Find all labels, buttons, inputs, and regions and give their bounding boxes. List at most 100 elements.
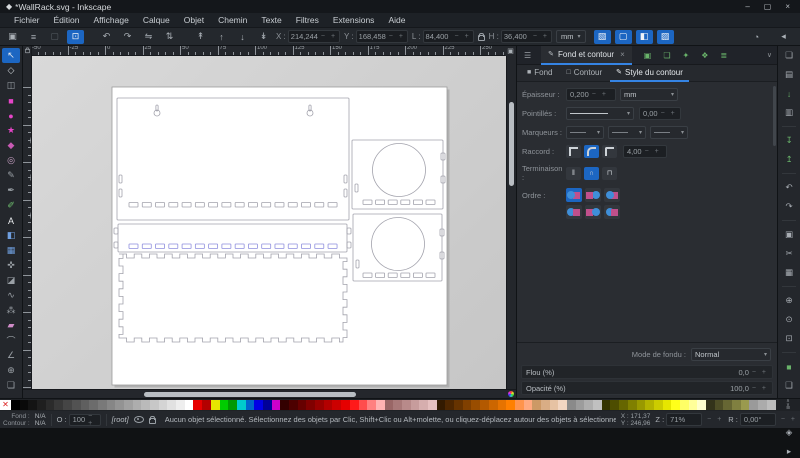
menu-fichier[interactable]: Fichier (8, 13, 46, 27)
swatch-65[interactable] (567, 400, 576, 410)
swatch-48[interactable] (419, 400, 428, 410)
flip-horizontal-button[interactable]: ⇋ (140, 30, 157, 44)
menu-aide[interactable]: Aide (382, 13, 411, 27)
calligraphy-tool[interactable]: ✐ (2, 198, 20, 213)
rotate-ccw-button[interactable]: ↶ (98, 30, 115, 44)
horizontal-scrollbar[interactable] (31, 390, 506, 398)
eraser-tool[interactable]: ▰ (2, 318, 20, 333)
menu-chemin[interactable]: Chemin (212, 13, 253, 27)
marker-start-dropdown[interactable]: ▾ (566, 126, 604, 139)
swatch-83[interactable] (723, 400, 733, 410)
swatch-77[interactable] (671, 400, 680, 410)
minimize-button[interactable]: – (745, 0, 749, 13)
swatch-12[interactable] (106, 400, 116, 410)
swatch-81[interactable] (706, 400, 715, 410)
swatch-22[interactable] (193, 400, 203, 410)
swatch-66[interactable] (575, 400, 585, 410)
swatch-34[interactable] (297, 400, 307, 410)
swatch-4[interactable] (37, 400, 46, 410)
menu-objet[interactable]: Objet (178, 13, 210, 27)
swatch-5[interactable] (45, 400, 55, 410)
rectangle-tool[interactable]: ■ (2, 93, 20, 108)
raise-button[interactable]: ↑ (213, 30, 230, 44)
swatch-62[interactable] (540, 400, 550, 410)
scale-stroke-toggle[interactable]: ▧ (593, 29, 611, 44)
save-document-button[interactable]: ↓ (781, 87, 797, 100)
swatch-63[interactable] (549, 400, 559, 410)
connector-tool[interactable]: ⌒ (2, 333, 20, 348)
import-button[interactable]: ↧ (781, 134, 797, 147)
horizontal-ruler[interactable]: -50 -25 0 25 50 75 100 125 150 175 200 225 250 (32, 46, 505, 56)
swatch-24[interactable] (210, 400, 220, 410)
swatch-17[interactable] (150, 400, 159, 410)
swatch-15[interactable] (132, 400, 142, 410)
swatch-73[interactable] (636, 400, 646, 410)
panel-scrollbar[interactable] (773, 86, 776, 146)
swatch-55[interactable] (480, 400, 489, 410)
swatch-45[interactable] (393, 400, 402, 410)
swatch-76[interactable] (662, 400, 672, 410)
cap-round-button[interactable]: ∩ (584, 166, 599, 180)
join-bevel-button[interactable] (602, 145, 617, 158)
zoom-drawing-button[interactable]: ⊙ (781, 313, 797, 326)
stroke-value[interactable]: N/A (35, 420, 46, 427)
ruler-lock-icon[interactable] (24, 47, 30, 54)
rotation-field[interactable]: R : 0,00° − + (728, 413, 797, 426)
order-fill-markers-stroke-button[interactable] (566, 205, 582, 219)
swatch-85[interactable] (740, 400, 750, 410)
move-patterns-toggle[interactable]: ▨ (656, 29, 674, 44)
x-field[interactable]: X : 214,244− + (276, 30, 341, 43)
layer-visibility-icon[interactable] (133, 416, 144, 423)
swatch-71[interactable] (619, 400, 628, 410)
swatch-31[interactable] (271, 400, 281, 410)
spiral-tool[interactable]: ◎ (2, 153, 20, 168)
scale-corners-toggle[interactable]: ▢ (614, 29, 632, 44)
swatch-7[interactable] (63, 400, 72, 410)
layer-lock-icon[interactable] (148, 416, 156, 424)
swatch-30[interactable] (262, 400, 272, 410)
spray-tool[interactable]: ⁂ (2, 303, 20, 318)
overflow-button[interactable]: ▸ (781, 445, 797, 458)
undo-button[interactable]: ↶ (781, 181, 797, 194)
swatch-60[interactable] (523, 400, 533, 410)
group-button[interactable]: ❑ (781, 379, 797, 392)
lock-ratio-icon[interactable] (477, 33, 485, 41)
paint-bucket-tool[interactable]: ◪ (2, 273, 20, 288)
height-field[interactable]: H : 36,400− + (489, 30, 553, 43)
swatch-84[interactable] (732, 400, 741, 410)
miter-limit-input[interactable]: 4,00− + (623, 145, 667, 158)
vertical-ruler[interactable]: 0255075100125150175 (23, 56, 32, 389)
select-all-layers-button[interactable]: ≡ (25, 30, 42, 44)
subtab-fill[interactable]: ■ Fond (521, 65, 558, 82)
ellipse-tool[interactable]: ● (2, 108, 20, 123)
swatch-57[interactable] (497, 400, 507, 410)
cap-square-button[interactable]: ⊓ (602, 166, 617, 180)
tweak-tool[interactable]: ∿ (2, 288, 20, 303)
swatch-44[interactable] (384, 400, 394, 410)
swatch-36[interactable] (315, 400, 324, 410)
swatch-26[interactable] (228, 400, 237, 410)
copy-button[interactable]: ▣ (781, 228, 797, 241)
swatch-32[interactable] (280, 400, 289, 410)
menu-affichage[interactable]: Affichage (88, 13, 135, 27)
close-tab-icon[interactable]: × (620, 50, 625, 59)
cap-butt-button[interactable]: ‖ (566, 166, 581, 180)
swatch-74[interactable] (645, 400, 654, 410)
swatch-38[interactable] (332, 400, 342, 410)
mesh-gradient-tool[interactable]: ▦ (2, 243, 20, 258)
text-tool[interactable]: A (2, 213, 20, 228)
fill-color-button[interactable]: ■ (781, 360, 797, 373)
swatch-19[interactable] (167, 400, 177, 410)
pages-tool[interactable]: ❏ (2, 378, 20, 393)
swatch-20[interactable] (176, 400, 185, 410)
swatch-42[interactable] (367, 400, 376, 410)
cut-button[interactable]: ✂ (781, 247, 797, 260)
swatch-51[interactable] (445, 400, 455, 410)
zoom-field[interactable]: Z : 71% − + (655, 413, 723, 426)
close-button[interactable]: × (785, 0, 790, 13)
swatch-2[interactable] (19, 400, 29, 410)
subtab-stroke[interactable]: □ Contour (560, 65, 608, 82)
new-document-button[interactable]: ❏ (781, 49, 797, 62)
snap-popover-button[interactable]: ▣ (505, 46, 516, 56)
swatch-6[interactable] (54, 400, 64, 410)
